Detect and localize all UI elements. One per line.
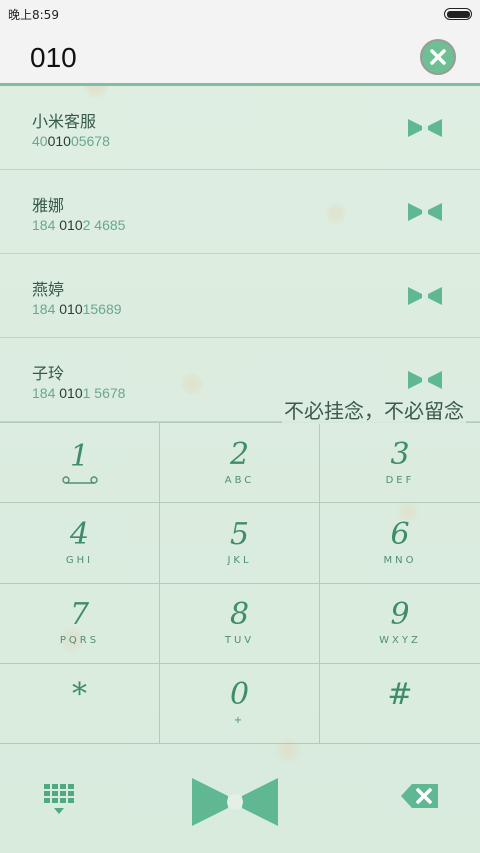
contact-number: 184 0101 5678 bbox=[32, 385, 126, 401]
voicemail-icon bbox=[61, 475, 98, 484]
theme-slogan: 不必挂念，不必留念 bbox=[282, 395, 466, 424]
status-bar: 晚上8:59 bbox=[0, 0, 480, 28]
key-letters: DEF bbox=[385, 474, 415, 486]
key-letters: PQRS bbox=[59, 635, 100, 647]
bow-tie-call-icon[interactable] bbox=[190, 776, 280, 828]
contact-number: 184 0102 4685 bbox=[32, 217, 126, 233]
key-digit: 8 bbox=[229, 597, 250, 633]
battery-full-icon bbox=[444, 8, 472, 20]
key-letters: ABC bbox=[224, 474, 255, 486]
key-6[interactable]: 6 MNO bbox=[320, 503, 480, 584]
contact-number: 184 01015689 bbox=[32, 301, 122, 317]
key-0[interactable]: 0 + bbox=[160, 663, 320, 744]
key-3[interactable]: 3 DEF bbox=[320, 423, 480, 504]
dial-header: 010 bbox=[0, 28, 480, 86]
contact-name: 雅娜 bbox=[32, 196, 65, 215]
key-letters: GHI bbox=[65, 554, 94, 566]
contact-name: 燕婷 bbox=[32, 280, 65, 299]
key-digit: 5 bbox=[229, 516, 250, 552]
contact-row[interactable]: 燕婷 184 01015689 bbox=[0, 254, 480, 338]
key-5[interactable]: 5 JKL bbox=[160, 503, 320, 584]
key-letters: TUV bbox=[224, 635, 255, 647]
key-digit: # bbox=[387, 677, 413, 713]
key-letters: + bbox=[233, 715, 246, 727]
bow-tie-call-icon[interactable] bbox=[408, 119, 442, 137]
contact-results-list: 小米客服 4001005678 雅娜 184 0102 4685 燕婷 184 … bbox=[0, 86, 480, 422]
contact-number: 4001005678 bbox=[32, 133, 110, 149]
key-digit: 6 bbox=[390, 516, 410, 552]
key-digit: 4 bbox=[69, 516, 90, 552]
contact-name: 小米客服 bbox=[32, 112, 97, 131]
key-hash[interactable]: # bbox=[320, 664, 480, 744]
dialpad-grid-icon[interactable] bbox=[42, 782, 76, 816]
backspace-icon[interactable] bbox=[400, 782, 440, 810]
key-digit: 3 bbox=[390, 436, 410, 472]
close-icon bbox=[430, 49, 446, 65]
matched-digits: 010 bbox=[59, 301, 83, 317]
key-digit: 9 bbox=[390, 597, 410, 633]
bow-tie-call-icon[interactable] bbox=[408, 287, 442, 305]
key-1[interactable]: 1 bbox=[0, 423, 160, 504]
key-letters: MNO bbox=[383, 554, 417, 566]
key-star[interactable]: * bbox=[0, 663, 160, 744]
matched-digits: 010 bbox=[59, 217, 83, 233]
status-time: 晚上8:59 bbox=[8, 8, 59, 22]
matched-digits: 010 bbox=[59, 385, 83, 401]
contact-row[interactable]: 雅娜 184 0102 4685 bbox=[0, 170, 480, 254]
key-letters: WXYZ bbox=[379, 635, 421, 647]
clear-number-button[interactable] bbox=[420, 39, 456, 75]
bow-tie-call-icon[interactable] bbox=[408, 371, 442, 389]
key-digit: * bbox=[72, 677, 87, 713]
dialed-number: 010 bbox=[30, 42, 77, 73]
key-digit: 2 bbox=[229, 436, 250, 472]
matched-digits: 010 bbox=[47, 133, 71, 149]
key-letters: JKL bbox=[227, 554, 252, 566]
key-digit: 7 bbox=[69, 597, 90, 633]
contact-name: 子玲 bbox=[32, 364, 65, 383]
key-8[interactable]: 8 TUV bbox=[160, 583, 320, 664]
key-digit: 1 bbox=[69, 438, 90, 474]
key-9[interactable]: 9 WXYZ bbox=[320, 584, 480, 664]
contact-row[interactable]: 小米客服 4001005678 bbox=[0, 86, 480, 170]
key-4[interactable]: 4 GHI bbox=[0, 503, 160, 584]
key-digit: 0 bbox=[229, 677, 250, 713]
key-7[interactable]: 7 PQRS bbox=[0, 583, 160, 664]
bow-tie-call-icon[interactable] bbox=[408, 203, 442, 221]
bottom-action-bar bbox=[0, 744, 480, 853]
dial-keypad: 1 2 ABC 3 DEF 4 GHI 5 JKL 6 MNO 7 PQRS 8… bbox=[0, 422, 480, 744]
key-2[interactable]: 2 ABC bbox=[160, 423, 320, 504]
